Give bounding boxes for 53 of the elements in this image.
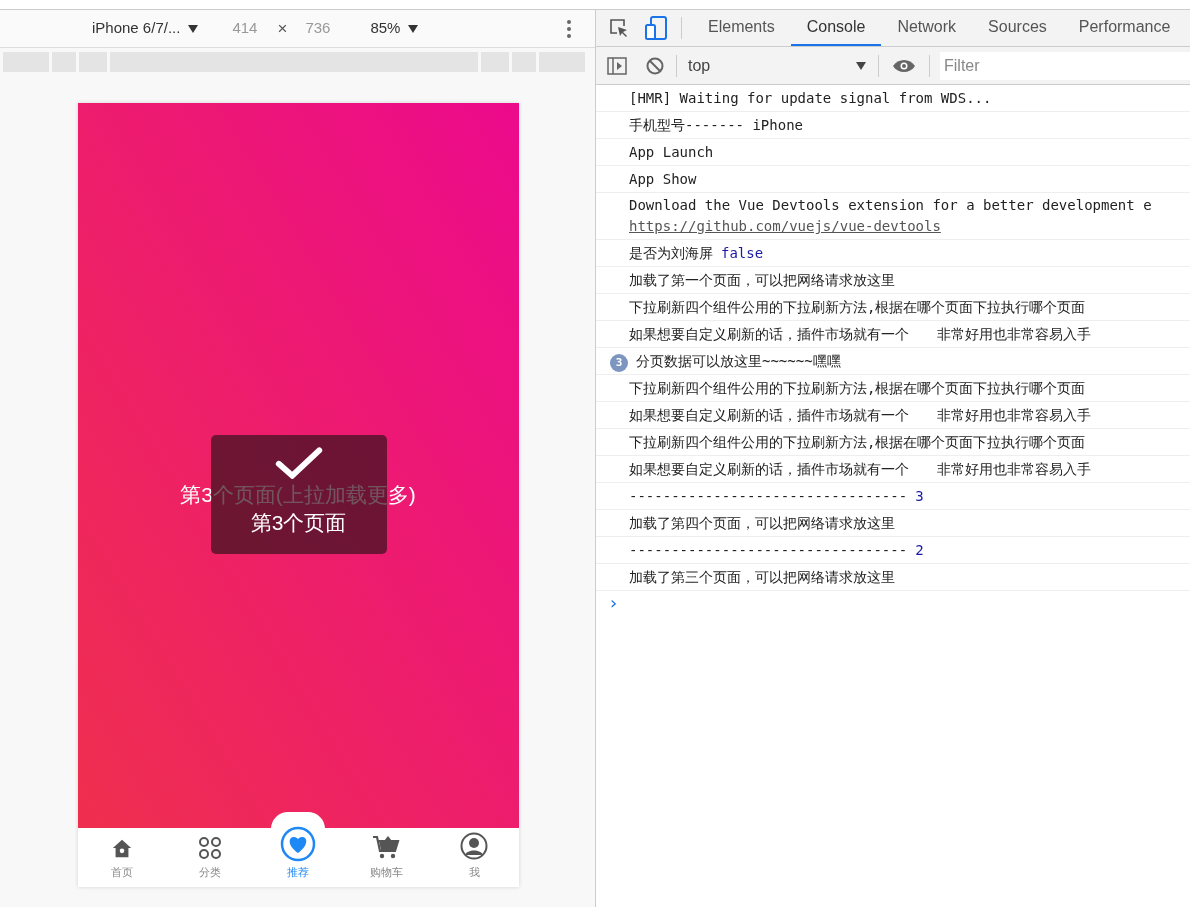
console-link[interactable]: https://github.com/vuejs/vue-devtools [629,216,1190,237]
console-value: 2 [915,540,924,560]
console-message: --------------------------------- [629,486,908,506]
context-select[interactable]: top [688,53,866,78]
tab-bar-item[interactable]: 我 [430,828,519,887]
devtools-tab[interactable]: Sources [972,10,1063,46]
inspect-icon[interactable] [609,18,629,38]
console-message: 是否为刘海屏 [629,243,713,263]
dropdown-caret-icon [408,24,419,33]
console-value: false [721,243,764,263]
times-sign: × [277,17,288,40]
tab-bar-item[interactable]: 分类 [165,828,254,887]
devtools-tab[interactable]: Performance [1062,10,1187,46]
console-message: 分页数据可以放这里~~~~~~嘿嘿 [636,351,841,371]
grid-icon [197,835,222,860]
more-icon[interactable] [567,19,571,38]
sidebar-toggle-icon[interactable] [607,56,627,75]
console-message: [HMR] Waiting for update signal from WDS... [629,88,992,108]
eye-icon[interactable] [892,58,916,73]
clear-icon[interactable] [646,56,664,75]
console-message: 下拉刷新四个组件公用的下拉刷新方法,根据在哪个页面下拉执行哪个页面 [629,378,1086,398]
devtools-tab[interactable]: Network [881,10,973,46]
tab-bar-item[interactable]: 首页 [77,828,166,887]
console-message: 加载了第三个页面，可以把网络请求放这里 [629,567,895,587]
console-message: 加载了第一个页面，可以把网络请求放这里 [629,270,895,290]
devtools-tab[interactable]: Elements [692,10,791,46]
console-message: App Launch [629,142,714,162]
cart-icon [372,833,401,860]
console-message: 手机型号------- iPhone [629,115,803,135]
console-message: 如果想要自定义刷新的话，插件市场就有一个 非常好用也非常容易入手 [629,405,1091,425]
console-message: 下拉刷新四个组件公用的下拉刷新方法,根据在哪个页面下拉执行哪个页面 [629,432,1086,452]
console-message: 下拉刷新四个组件公用的下拉刷新方法,根据在哪个页面下拉执行哪个页面 [629,297,1086,317]
device-select[interactable]: iPhone 6/7/... [92,17,199,40]
repeat-count-badge: 3 [610,354,628,372]
console-message: 如果想要自定义刷新的话，插件市场就有一个 非常好用也非常容易入手 [629,459,1091,479]
console-message: App Show [629,169,697,189]
console-value: 3 [915,486,924,506]
checkmark-icon [273,447,324,479]
console-message: --------------------------------- [629,540,908,560]
toast-message: 第3个页面 [250,510,347,536]
dropdown-caret-icon [188,24,199,33]
device-toggle-icon[interactable] [645,16,667,40]
console-prompt[interactable]: › [596,591,1190,615]
dropdown-caret-icon [856,61,866,70]
filter-field[interactable]: Filter [940,51,1190,80]
tab-bar-item[interactable]: 推荐 [253,828,343,887]
user-icon [460,831,489,860]
console-message: Download the Vue Devtools extension for a better development e [629,196,1152,215]
zoom-select[interactable]: 85% [370,17,419,40]
house-icon [110,837,133,860]
console-message: 加载了第四个页面，可以把网络请求放这里 [629,513,895,533]
console-message: 如果想要自定义刷新的话，插件市场就有一个 非常好用也非常容易入手 [629,324,1091,344]
tab-bar-item[interactable]: 购物车 [342,828,431,887]
